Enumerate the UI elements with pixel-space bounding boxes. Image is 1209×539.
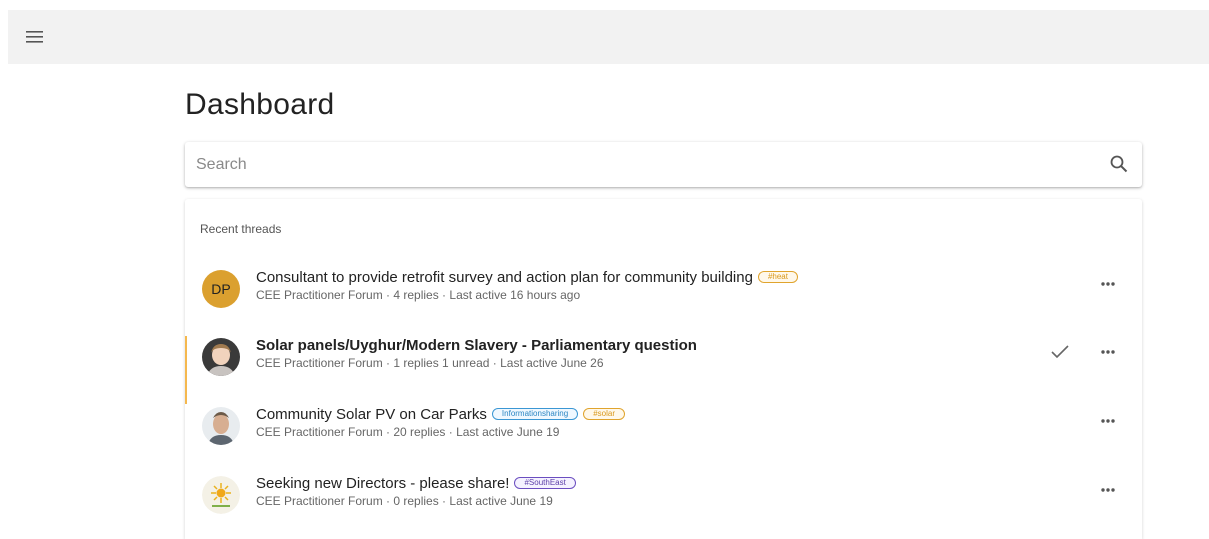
search-icon[interactable] — [1109, 154, 1129, 174]
more-horizontal-icon[interactable] — [1093, 480, 1123, 500]
thread-meta: CEE Practitioner Forum · 4 replies · Las… — [256, 288, 581, 302]
avatar — [202, 476, 240, 514]
section-label: Recent threads — [200, 222, 282, 236]
recent-threads-card: Recent threads DP Consultant to provide … — [185, 199, 1142, 539]
thread-meta: CEE Practitioner Forum · 0 replies · Las… — [256, 494, 553, 508]
thread-row[interactable]: DP Consultant to provide retrofit survey… — [185, 268, 1142, 332]
thread-title[interactable]: Consultant to provide retrofit survey an… — [256, 269, 753, 286]
check-icon[interactable] — [1049, 342, 1071, 362]
thread-row[interactable]: Seeking new Directors - please share! #S… — [185, 474, 1142, 538]
more-horizontal-icon[interactable] — [1093, 342, 1123, 362]
thread-meta: CEE Practitioner Forum · 20 replies · La… — [256, 425, 560, 439]
search-box — [185, 142, 1142, 187]
tag-southeast[interactable]: #SouthEast — [514, 477, 576, 489]
hamburger-menu-icon[interactable] — [25, 27, 45, 47]
thread-title[interactable]: Community Solar PV on Car Parks — [256, 406, 487, 423]
top-app-bar — [8, 10, 1209, 64]
tag-informationsharing[interactable]: Informationsharing — [491, 408, 579, 420]
avatar: DP — [202, 270, 240, 308]
thread-title[interactable]: Seeking new Directors - please share! — [256, 475, 509, 492]
tag-solar[interactable]: #solar — [583, 408, 625, 420]
search-input[interactable] — [185, 142, 1065, 187]
more-horizontal-icon[interactable] — [1093, 274, 1123, 294]
more-horizontal-icon[interactable] — [1093, 411, 1123, 431]
thread-title-line: Solar panels/Uyghur/Modern Slavery - Par… — [256, 336, 697, 354]
thread-row[interactable]: Community Solar PV on Car Parks Informat… — [185, 405, 1142, 469]
thread-title[interactable]: Solar panels/Uyghur/Modern Slavery - Par… — [256, 337, 697, 354]
unread-indicator — [185, 336, 187, 404]
thread-title-line: Seeking new Directors - please share! #S… — [256, 474, 576, 492]
avatar — [202, 338, 240, 376]
thread-row[interactable]: Solar panels/Uyghur/Modern Slavery - Par… — [185, 336, 1142, 404]
thread-title-line: Consultant to provide retrofit survey an… — [256, 268, 798, 286]
thread-title-line: Community Solar PV on Car Parks Informat… — [256, 405, 625, 423]
avatar — [202, 407, 240, 445]
thread-meta: CEE Practitioner Forum · 1 replies 1 unr… — [256, 356, 604, 370]
page-title: Dashboard — [185, 88, 335, 121]
tag-heat[interactable]: #heat — [757, 271, 798, 283]
